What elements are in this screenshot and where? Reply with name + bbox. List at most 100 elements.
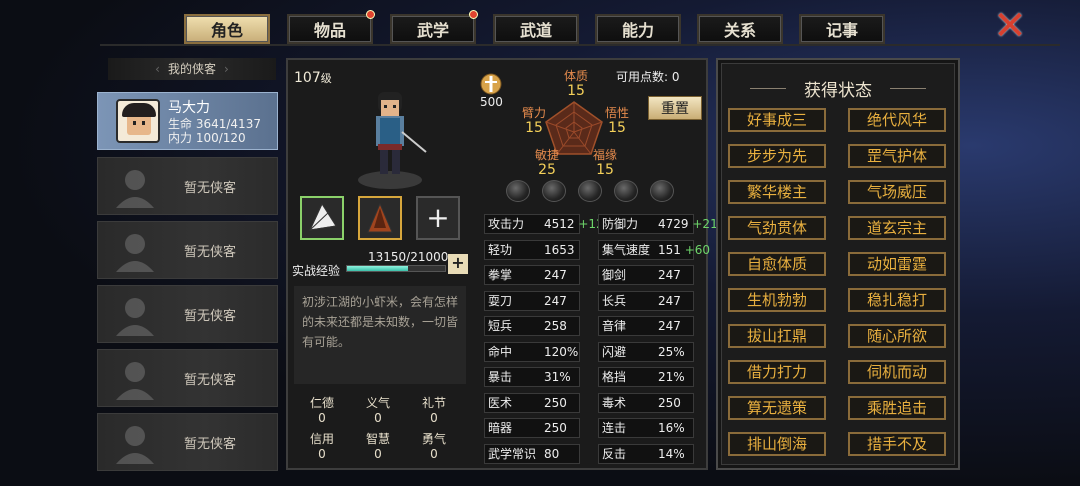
close-x-icon[interactable]: ✕: [992, 6, 1028, 46]
tab-label: 关系: [723, 21, 756, 40]
virtue-label: 仁德: [309, 396, 334, 410]
stat-label: 集气速度: [602, 242, 651, 257]
selected-hero-card[interactable]: 马大力 生命 3641/4137 内力 100/120: [97, 92, 278, 150]
virtue-label: 礼节: [421, 396, 446, 410]
tab-divider: [100, 44, 1060, 46]
status-badge[interactable]: 排山倒海: [728, 432, 826, 456]
equip-slot-empty[interactable]: +: [416, 196, 460, 240]
empty-slot-label: 暂无侠客: [184, 437, 237, 452]
status-badge[interactable]: 气劲贯体: [728, 216, 826, 240]
empty-hero-slot[interactable]: 暂无侠客: [97, 285, 278, 343]
stat-label: 毒术: [602, 395, 627, 410]
virtue-stat: 仁德 0: [300, 394, 344, 425]
stat-label: 耍刀: [488, 293, 513, 308]
status-badge[interactable]: 好事成三: [728, 108, 826, 132]
status-badge[interactable]: 伺机而动: [848, 360, 946, 384]
stat-value: 250: [658, 395, 681, 410]
virtue-value: 0: [430, 447, 438, 461]
tab-6[interactable]: 关系: [697, 14, 783, 44]
status-badge[interactable]: 气场威压: [848, 180, 946, 204]
stat-label: 连击: [602, 421, 627, 435]
skill-orb-5[interactable]: [650, 180, 674, 202]
power-icon: [480, 73, 502, 95]
empty-avatar-icon: [116, 362, 154, 400]
stat-value: 1653: [544, 242, 575, 257]
skill-orb-3[interactable]: [578, 180, 602, 202]
tab-label: 武学: [416, 21, 449, 40]
status-badge[interactable]: 借力打力: [728, 360, 826, 384]
tab-3[interactable]: 武学: [390, 10, 478, 44]
virtue-label: 智慧: [365, 432, 390, 446]
status-badge[interactable]: 算无遗策: [728, 396, 826, 420]
stat-value: 80: [544, 446, 560, 461]
status-badge[interactable]: 随心所欲: [848, 324, 946, 348]
stat-row: 御剑 247: [598, 265, 694, 285]
empty-hero-slot[interactable]: 暂无侠客: [97, 157, 278, 215]
reset-button[interactable]: 重置: [648, 96, 702, 120]
status-badge[interactable]: 稳扎稳打: [848, 288, 946, 312]
status-badge[interactable]: 繁华楼主: [728, 180, 826, 204]
empty-avatar-icon: [116, 234, 154, 272]
stat-label: 攻击力: [488, 217, 525, 231]
stat-value: 250: [544, 395, 567, 410]
stat-value: 14%: [658, 446, 685, 461]
left-arrow-icon: ‹: [155, 62, 160, 76]
empty-hero-slot[interactable]: 暂无侠客: [97, 349, 278, 407]
equip-slot-weapon[interactable]: [300, 196, 344, 240]
empty-slot-label: 暂无侠客: [184, 309, 237, 324]
virtue-value: 0: [374, 411, 382, 425]
stat-row: 音律 247: [598, 316, 694, 336]
stat-label: 暗器: [488, 421, 513, 435]
empty-slot-label: 暂无侠客: [184, 373, 237, 388]
attr-agility: 敏捷 25: [534, 148, 559, 178]
skill-orb-2[interactable]: [542, 180, 566, 202]
status-badge[interactable]: 拔山扛鼎: [728, 324, 826, 348]
skill-orb-1[interactable]: [506, 180, 530, 202]
stat-row: 命中 120%: [484, 341, 580, 362]
stat-value: 250: [544, 421, 567, 435]
stat-label: 短兵: [488, 319, 513, 333]
alert-badge-icon: [469, 10, 478, 19]
empty-hero-slot[interactable]: 暂无侠客: [97, 221, 278, 279]
attr-arm-strength: 臂力 15: [521, 106, 546, 136]
status-badge[interactable]: 绝代风华: [848, 108, 946, 132]
empty-slot-label: 暂无侠客: [184, 181, 237, 196]
tab-2[interactable]: 物品: [287, 10, 375, 44]
virtue-stat: 智慧 0: [356, 430, 400, 461]
tab-label: 能力: [621, 21, 654, 40]
cloak-icon: [367, 202, 393, 233]
status-badge[interactable]: 措手不及: [848, 432, 946, 456]
character-level: 107级: [294, 70, 332, 86]
stat-value: 247: [544, 293, 567, 308]
status-badge[interactable]: 自愈体质: [728, 252, 826, 276]
status-badge[interactable]: 生机勃勃: [728, 288, 826, 312]
status-badge[interactable]: 步步为先: [728, 144, 826, 168]
status-badge[interactable]: 动如雷霆: [848, 252, 946, 276]
stat-label: 闪避: [602, 344, 627, 359]
tab-1[interactable]: 角色: [184, 14, 270, 44]
available-points: 可用点数: 0: [616, 70, 680, 84]
status-badge[interactable]: 罡气护体: [848, 144, 946, 168]
stat-row: 武学常识 80: [484, 443, 580, 464]
stat-row: 医术 250: [484, 392, 580, 413]
tab-4[interactable]: 武道: [493, 14, 579, 44]
power-value: 500: [480, 95, 503, 109]
tab-7[interactable]: 记事: [799, 14, 885, 44]
stat-row: 攻击力 4512 +125: [484, 214, 611, 234]
skill-orb-4[interactable]: [614, 180, 638, 202]
character-description: 初涉江湖的小虾米，会有怎样的未来还都是未知数，一切皆有可能。: [294, 286, 466, 384]
stat-label: 暴击: [488, 370, 513, 384]
alert-badge-icon: [366, 10, 375, 19]
empty-slot-label: 暂无侠客: [184, 245, 237, 260]
status-badge[interactable]: 道玄宗主: [848, 216, 946, 240]
status-badge[interactable]: 乘胜追击: [848, 396, 946, 420]
stat-label: 防御力: [602, 217, 639, 231]
exp-add-button[interactable]: +: [448, 254, 468, 274]
stat-value: 247: [544, 268, 567, 282]
equip-slot-armor[interactable]: [358, 196, 402, 240]
stat-value: 21%: [658, 370, 685, 384]
tab-5[interactable]: 能力: [595, 14, 681, 44]
empty-avatar-icon: [116, 170, 154, 208]
empty-hero-slot[interactable]: 暂无侠客: [97, 413, 278, 471]
stat-row: 防御力 4729 +218: [598, 214, 725, 234]
